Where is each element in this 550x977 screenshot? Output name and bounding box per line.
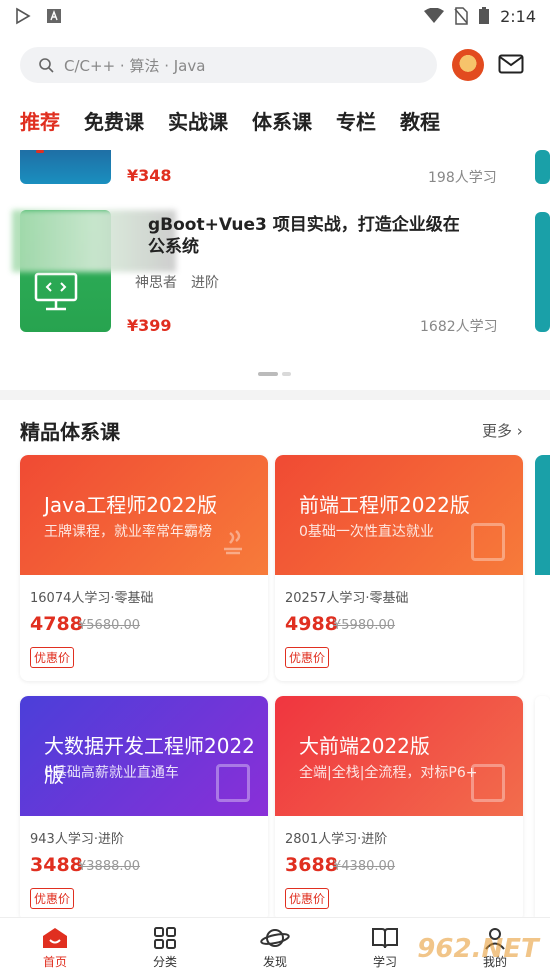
planet-icon	[260, 928, 290, 947]
battery-icon	[479, 7, 490, 24]
book-icon	[372, 927, 398, 948]
grid-icon	[154, 926, 176, 949]
course-banner: 大数据开发工程师2022版 0基础高薪就业直通车	[20, 696, 268, 816]
wifi-icon	[424, 8, 445, 23]
more-label: 更多	[482, 422, 513, 440]
original-price: ¥4380.00	[333, 859, 396, 874]
discount-badge: 优惠价	[285, 888, 330, 909]
next-card-edge	[535, 212, 550, 332]
course-price: ¥348	[127, 166, 172, 185]
nav-home[interactable]: 首页	[0, 918, 110, 977]
course-card[interactable]: 大前端2022版 全端|全栈|全流程，对标P6+ 2801人学习·进阶 3688…	[275, 696, 523, 917]
search-placeholder: C/C++ · 算法 · Java	[64, 56, 206, 75]
tab-recommend[interactable]: 推荐	[20, 106, 60, 135]
html5-icon	[471, 523, 505, 561]
thumb-marker	[36, 150, 44, 153]
nav-study-label: 学习	[372, 954, 397, 969]
content: ¥348 198人学习 gBoot+Vue3 项目实战，打造企业级在 公系统 神…	[0, 150, 550, 917]
original-price: ¥5980.00	[333, 618, 396, 633]
course-card[interactable]: Java工程师2022版 王牌课程，就业率常年霸榜 16074人学习·零基础 4…	[20, 455, 268, 681]
course-banner: Java工程师2022版 王牌课程，就业率常年霸榜	[20, 455, 268, 575]
stack-icon	[471, 764, 505, 802]
mail-icon[interactable]	[498, 54, 524, 74]
system-courses-section: 精品体系课 更多 › Java工程师2022版 王牌课程，就业率常年霸榜 160…	[0, 400, 550, 917]
watermark-logo: 962.NET	[417, 934, 539, 964]
monitor-icon	[34, 272, 78, 311]
play-store-icon	[16, 7, 31, 25]
banner-subtitle: 0基础高薪就业直通车	[44, 765, 179, 781]
font-app-icon	[47, 9, 61, 23]
course-learners: 1682人学习	[420, 319, 498, 335]
tab-columns[interactable]: 专栏	[336, 106, 376, 135]
java-icon	[216, 523, 250, 561]
course-teacher: 神思者	[135, 275, 177, 291]
course-title[interactable]: gBoot+Vue3 项目实战，打造企业级在 公系统	[148, 214, 518, 258]
carousel-dot	[282, 372, 291, 376]
banner-title: Java工程师2022版	[44, 493, 218, 517]
nav-category[interactable]: 分类	[110, 918, 220, 977]
course-title-line1: gBoot+Vue3 项目实战，打造企业级在	[148, 215, 460, 235]
course-price: 3688	[285, 854, 338, 876]
course-card[interactable]: 大数据开发工程师2022版 0基础高薪就业直通车 943人学习·进阶 3488 …	[20, 696, 268, 917]
course-price: 4788	[30, 613, 83, 635]
discount-badge: 优惠价	[285, 647, 330, 668]
banner-subtitle: 全端|全栈|全流程，对标P6+	[299, 765, 478, 781]
course-banner: 大前端2022版 全端|全栈|全流程，对标P6+	[275, 696, 523, 816]
tab-free-courses[interactable]: 免费课	[84, 106, 144, 135]
tab-practical-courses[interactable]: 实战课	[168, 106, 228, 135]
course-meta: 神思者 进阶	[135, 272, 219, 292]
course-stat: 943人学习·进阶	[30, 832, 124, 847]
course-level: 进阶	[191, 275, 219, 291]
tab-tutorials[interactable]: 教程	[400, 106, 440, 135]
course-stat: 20257人学习·零基础	[285, 591, 409, 606]
course-stat: 16074人学习·零基础	[30, 591, 154, 606]
tab-system-courses[interactable]: 体系课	[252, 106, 312, 135]
no-sim-icon	[454, 7, 468, 25]
carousel-dots	[258, 372, 291, 376]
category-tabs: 推荐 免费课 实战课 体系课 专栏 教程	[20, 106, 440, 135]
status-time: 2:14	[500, 6, 536, 26]
banner-title: 前端工程师2022版	[299, 493, 470, 517]
course-thumbnail[interactable]	[20, 150, 111, 184]
avatar[interactable]	[452, 49, 484, 81]
recommend-section: ¥348 198人学习 gBoot+Vue3 项目实战，打造企业级在 公系统 神…	[0, 150, 550, 390]
header: C/C++ · 算法 · Java 推荐 免费课 实战课 体系课 专栏 教程	[0, 32, 550, 150]
original-price: ¥5680.00	[78, 618, 141, 633]
next-card-edge	[535, 150, 550, 184]
nav-category-label: 分类	[152, 954, 177, 969]
status-bar: 2:14	[0, 0, 550, 32]
course-card[interactable]: 前端工程师2022版 0基础一次性直达就业 20257人学习·零基础 4988 …	[275, 455, 523, 681]
course-banner: 前端工程师2022版 0基础一次性直达就业	[275, 455, 523, 575]
course-stat: 2801人学习·进阶	[285, 832, 388, 847]
banner-subtitle: 王牌课程，就业率常年霸榜	[44, 524, 212, 540]
course-price: 4988	[285, 613, 338, 635]
nav-home-label: 首页	[42, 954, 67, 969]
server-icon	[216, 764, 250, 802]
course-price: 3488	[30, 854, 83, 876]
more-link[interactable]: 更多 ›	[482, 420, 523, 441]
original-price: ¥3888.00	[78, 859, 141, 874]
nav-discover[interactable]: 发现	[220, 918, 330, 977]
section-title: 精品体系课	[20, 420, 120, 444]
next-card-edge	[535, 696, 550, 917]
search-icon	[39, 58, 54, 73]
discount-badge: 优惠价	[30, 647, 75, 668]
discount-badge: 优惠价	[30, 888, 75, 909]
search-bar[interactable]: C/C++ · 算法 · Java	[20, 47, 437, 83]
home-icon	[43, 927, 67, 948]
carousel-dot-active	[258, 372, 278, 376]
course-learners: 198人学习	[428, 170, 497, 186]
nav-discover-label: 发现	[262, 954, 287, 969]
course-price: ¥399	[127, 316, 172, 335]
banner-title: 大前端2022版	[299, 734, 430, 758]
banner-subtitle: 0基础一次性直达就业	[299, 524, 434, 540]
course-title-line2: 公系统	[148, 237, 199, 257]
next-card-edge	[535, 455, 550, 575]
